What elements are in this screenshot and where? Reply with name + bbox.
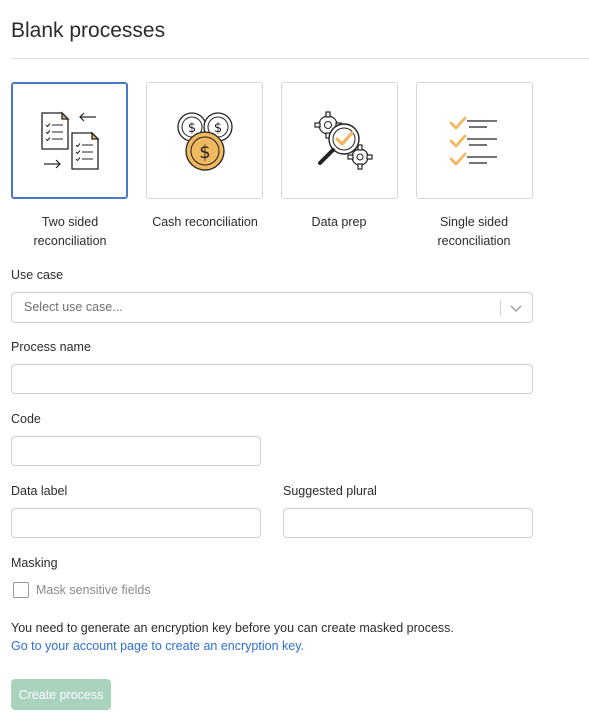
use-case-select[interactable]: Select use case... xyxy=(11,292,533,323)
code-input[interactable] xyxy=(11,436,261,466)
gears-magnifier-icon xyxy=(313,110,373,170)
data-label-label: Data label xyxy=(11,484,68,498)
mask-sensitive-fields-checkbox[interactable] xyxy=(13,582,29,598)
title-divider xyxy=(11,58,589,59)
create-process-button[interactable]: Create process xyxy=(11,679,111,710)
tile-single-sided-reconciliation[interactable] xyxy=(416,82,533,199)
svg-text:$: $ xyxy=(199,142,210,163)
tile-two-sided-reconciliation[interactable] xyxy=(11,82,128,199)
encryption-notice: You need to generate an encryption key b… xyxy=(11,621,454,635)
use-case-label: Use case xyxy=(11,268,64,282)
process-name-label: Process name xyxy=(11,340,91,354)
page-title: Blank processes xyxy=(11,19,166,42)
tile-label-data-prep: Data prep xyxy=(311,215,367,229)
tile-data-prep[interactable] xyxy=(281,82,398,199)
masking-label: Masking xyxy=(11,556,58,570)
code-label: Code xyxy=(11,412,41,426)
account-page-link[interactable]: Go to your account page to create an enc… xyxy=(11,639,304,653)
tile-cash-reconciliation[interactable]: $ $ $ xyxy=(146,82,263,199)
tile-label-two-sided: Two sided reconciliation xyxy=(33,215,107,248)
use-case-placeholder: Select use case... xyxy=(24,300,123,314)
chevron-down-icon[interactable] xyxy=(508,300,524,316)
svg-text:$: $ xyxy=(187,121,195,136)
tile-label-single-sided: Single sided reconciliation xyxy=(437,215,511,248)
coins-icon: $ $ $ xyxy=(176,111,233,171)
suggested-plural-input[interactable] xyxy=(283,508,533,538)
data-label-input[interactable] xyxy=(11,508,261,538)
checklist-icon xyxy=(449,116,497,165)
two-documents-arrows-icon xyxy=(40,110,100,170)
mask-sensitive-fields-label: Mask sensitive fields xyxy=(36,583,151,597)
suggested-plural-label: Suggested plural xyxy=(283,484,377,498)
svg-text:$: $ xyxy=(213,121,221,136)
tile-label-cash: Cash reconciliation xyxy=(152,215,258,229)
select-separator xyxy=(500,300,501,316)
process-name-input[interactable] xyxy=(11,364,533,394)
